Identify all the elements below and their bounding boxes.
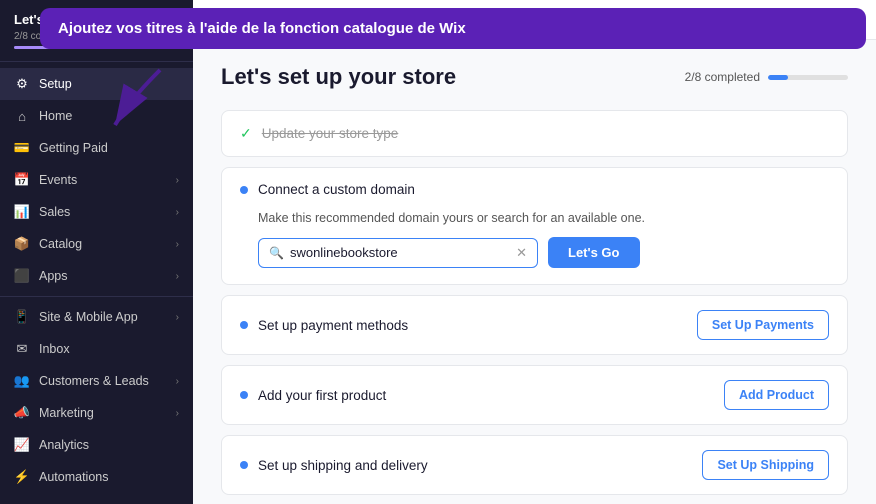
header-progress-label: 2/8 completed — [685, 70, 760, 84]
customers-icon: 👥 — [14, 373, 30, 389]
checklist-item-update-store-type: ✓ Update your store type — [221, 110, 848, 157]
sidebar-item-automations[interactable]: ⚡ Automations — [0, 461, 193, 493]
sidebar-item-apps[interactable]: ⬛ Apps › — [0, 260, 193, 292]
marketing-icon: 📣 — [14, 405, 30, 421]
checkmark-icon: ✓ — [240, 125, 252, 142]
search-icon: 🔍 — [269, 246, 284, 260]
chevron-right-icon: › — [176, 239, 179, 250]
domain-input-wrap: 🔍 ✕ — [258, 238, 538, 268]
catalog-icon: 📦 — [14, 236, 30, 252]
sidebar-item-customers-leads[interactable]: 👥 Customers & Leads › — [0, 365, 193, 397]
chevron-right-icon: › — [176, 376, 179, 387]
automations-icon: ⚡ — [14, 469, 30, 485]
tooltip-text: Ajoutez vos titres à l'aide de la foncti… — [58, 20, 466, 37]
home-icon: ⌂ — [14, 108, 30, 124]
domain-input[interactable] — [290, 245, 516, 260]
check-item-text: Set up payment methods — [258, 318, 687, 333]
sidebar-item-marketing[interactable]: 📣 Marketing › — [0, 397, 193, 429]
sidebar-item-label: Apps — [39, 269, 176, 283]
sidebar-item-label: Catalog — [39, 237, 176, 251]
header-progress-fill — [768, 75, 788, 80]
sidebar-item-label: Customers & Leads — [39, 374, 176, 388]
checklist-item-add-product: Add your first product Add Product — [221, 365, 848, 425]
checklist-row: Add your first product Add Product — [222, 366, 847, 424]
apps-icon: ⬛ — [14, 268, 30, 284]
nav-divider — [0, 296, 193, 297]
sales-icon: 📊 — [14, 204, 30, 220]
set-up-payments-button[interactable]: Set Up Payments — [697, 310, 829, 340]
domain-body: Make this recommended domain yours or se… — [222, 211, 847, 284]
sidebar-item-label: Inbox — [39, 342, 179, 356]
set-up-shipping-button[interactable]: Set Up Shipping — [702, 450, 829, 480]
chevron-right-icon: › — [176, 271, 179, 282]
sidebar-item-analytics[interactable]: 📈 Analytics — [0, 429, 193, 461]
content-area: Let's set up your store 2/8 completed ✓ … — [193, 40, 876, 504]
clear-icon[interactable]: ✕ — [516, 245, 527, 261]
sidebar-item-label: Site & Mobile App — [39, 310, 176, 324]
sidebar-item-label: Events — [39, 173, 176, 187]
lets-go-button[interactable]: Let's Go — [548, 237, 640, 268]
check-item-text: Connect a custom domain — [258, 182, 829, 197]
site-mobile-icon: 📱 — [14, 309, 30, 325]
check-dot-icon — [240, 461, 248, 469]
sidebar-item-label: Automations — [39, 470, 179, 484]
checklist-row: Connect a custom domain — [222, 168, 847, 211]
header-progress: 2/8 completed — [685, 70, 848, 84]
sidebar-item-events[interactable]: 📅 Events › — [0, 164, 193, 196]
checklist-row: Set up payment methods Set Up Payments — [222, 296, 847, 354]
check-dot-icon — [240, 321, 248, 329]
chevron-right-icon: › — [176, 175, 179, 186]
page-header: Let's set up your store 2/8 completed — [221, 64, 848, 90]
domain-desc: Make this recommended domain yours or se… — [258, 211, 829, 225]
analytics-icon: 📈 — [14, 437, 30, 453]
checklist-row: ✓ Update your store type — [222, 111, 847, 156]
inbox-icon: ✉ — [14, 341, 30, 357]
getting-paid-icon: 💳 — [14, 140, 30, 156]
sidebar-item-label: Analytics — [39, 438, 179, 452]
sidebar-item-sales[interactable]: 📊 Sales › — [0, 196, 193, 228]
main-content: business l... Let's set up your store 2/… — [193, 0, 876, 504]
sidebar-item-catalog[interactable]: 📦 Catalog › — [0, 228, 193, 260]
check-item-text: Update your store type — [262, 126, 829, 141]
sidebar-item-label: Sales — [39, 205, 176, 219]
checklist-item-payment-methods: Set up payment methods Set Up Payments — [221, 295, 848, 355]
chevron-right-icon: › — [176, 312, 179, 323]
page-title: Let's set up your store — [221, 64, 456, 90]
check-dot-icon — [240, 391, 248, 399]
events-icon: 📅 — [14, 172, 30, 188]
tooltip-banner: Ajoutez vos titres à l'aide de la foncti… — [40, 8, 866, 49]
check-item-text: Set up shipping and delivery — [258, 458, 692, 473]
chevron-right-icon: › — [176, 207, 179, 218]
checklist: ✓ Update your store type Connect a custo… — [221, 110, 848, 504]
setup-icon: ⚙ — [14, 76, 30, 92]
checklist-row: Set up shipping and delivery Set Up Ship… — [222, 436, 847, 494]
checklist-item-shipping: Set up shipping and delivery Set Up Ship… — [221, 435, 848, 495]
sidebar-item-site-mobile[interactable]: 📱 Site & Mobile App › — [0, 301, 193, 333]
domain-input-row: 🔍 ✕ Let's Go — [258, 237, 829, 268]
header-progress-bar — [768, 75, 848, 80]
sidebar-item-label: Marketing — [39, 406, 176, 420]
chevron-right-icon: › — [176, 408, 179, 419]
arrow-indicator — [100, 60, 180, 145]
add-product-button[interactable]: Add Product — [724, 380, 829, 410]
checklist-item-connect-domain: Connect a custom domain Make this recomm… — [221, 167, 848, 285]
check-item-text: Add your first product — [258, 388, 714, 403]
check-dot-icon — [240, 186, 248, 194]
sidebar-item-inbox[interactable]: ✉ Inbox — [0, 333, 193, 365]
